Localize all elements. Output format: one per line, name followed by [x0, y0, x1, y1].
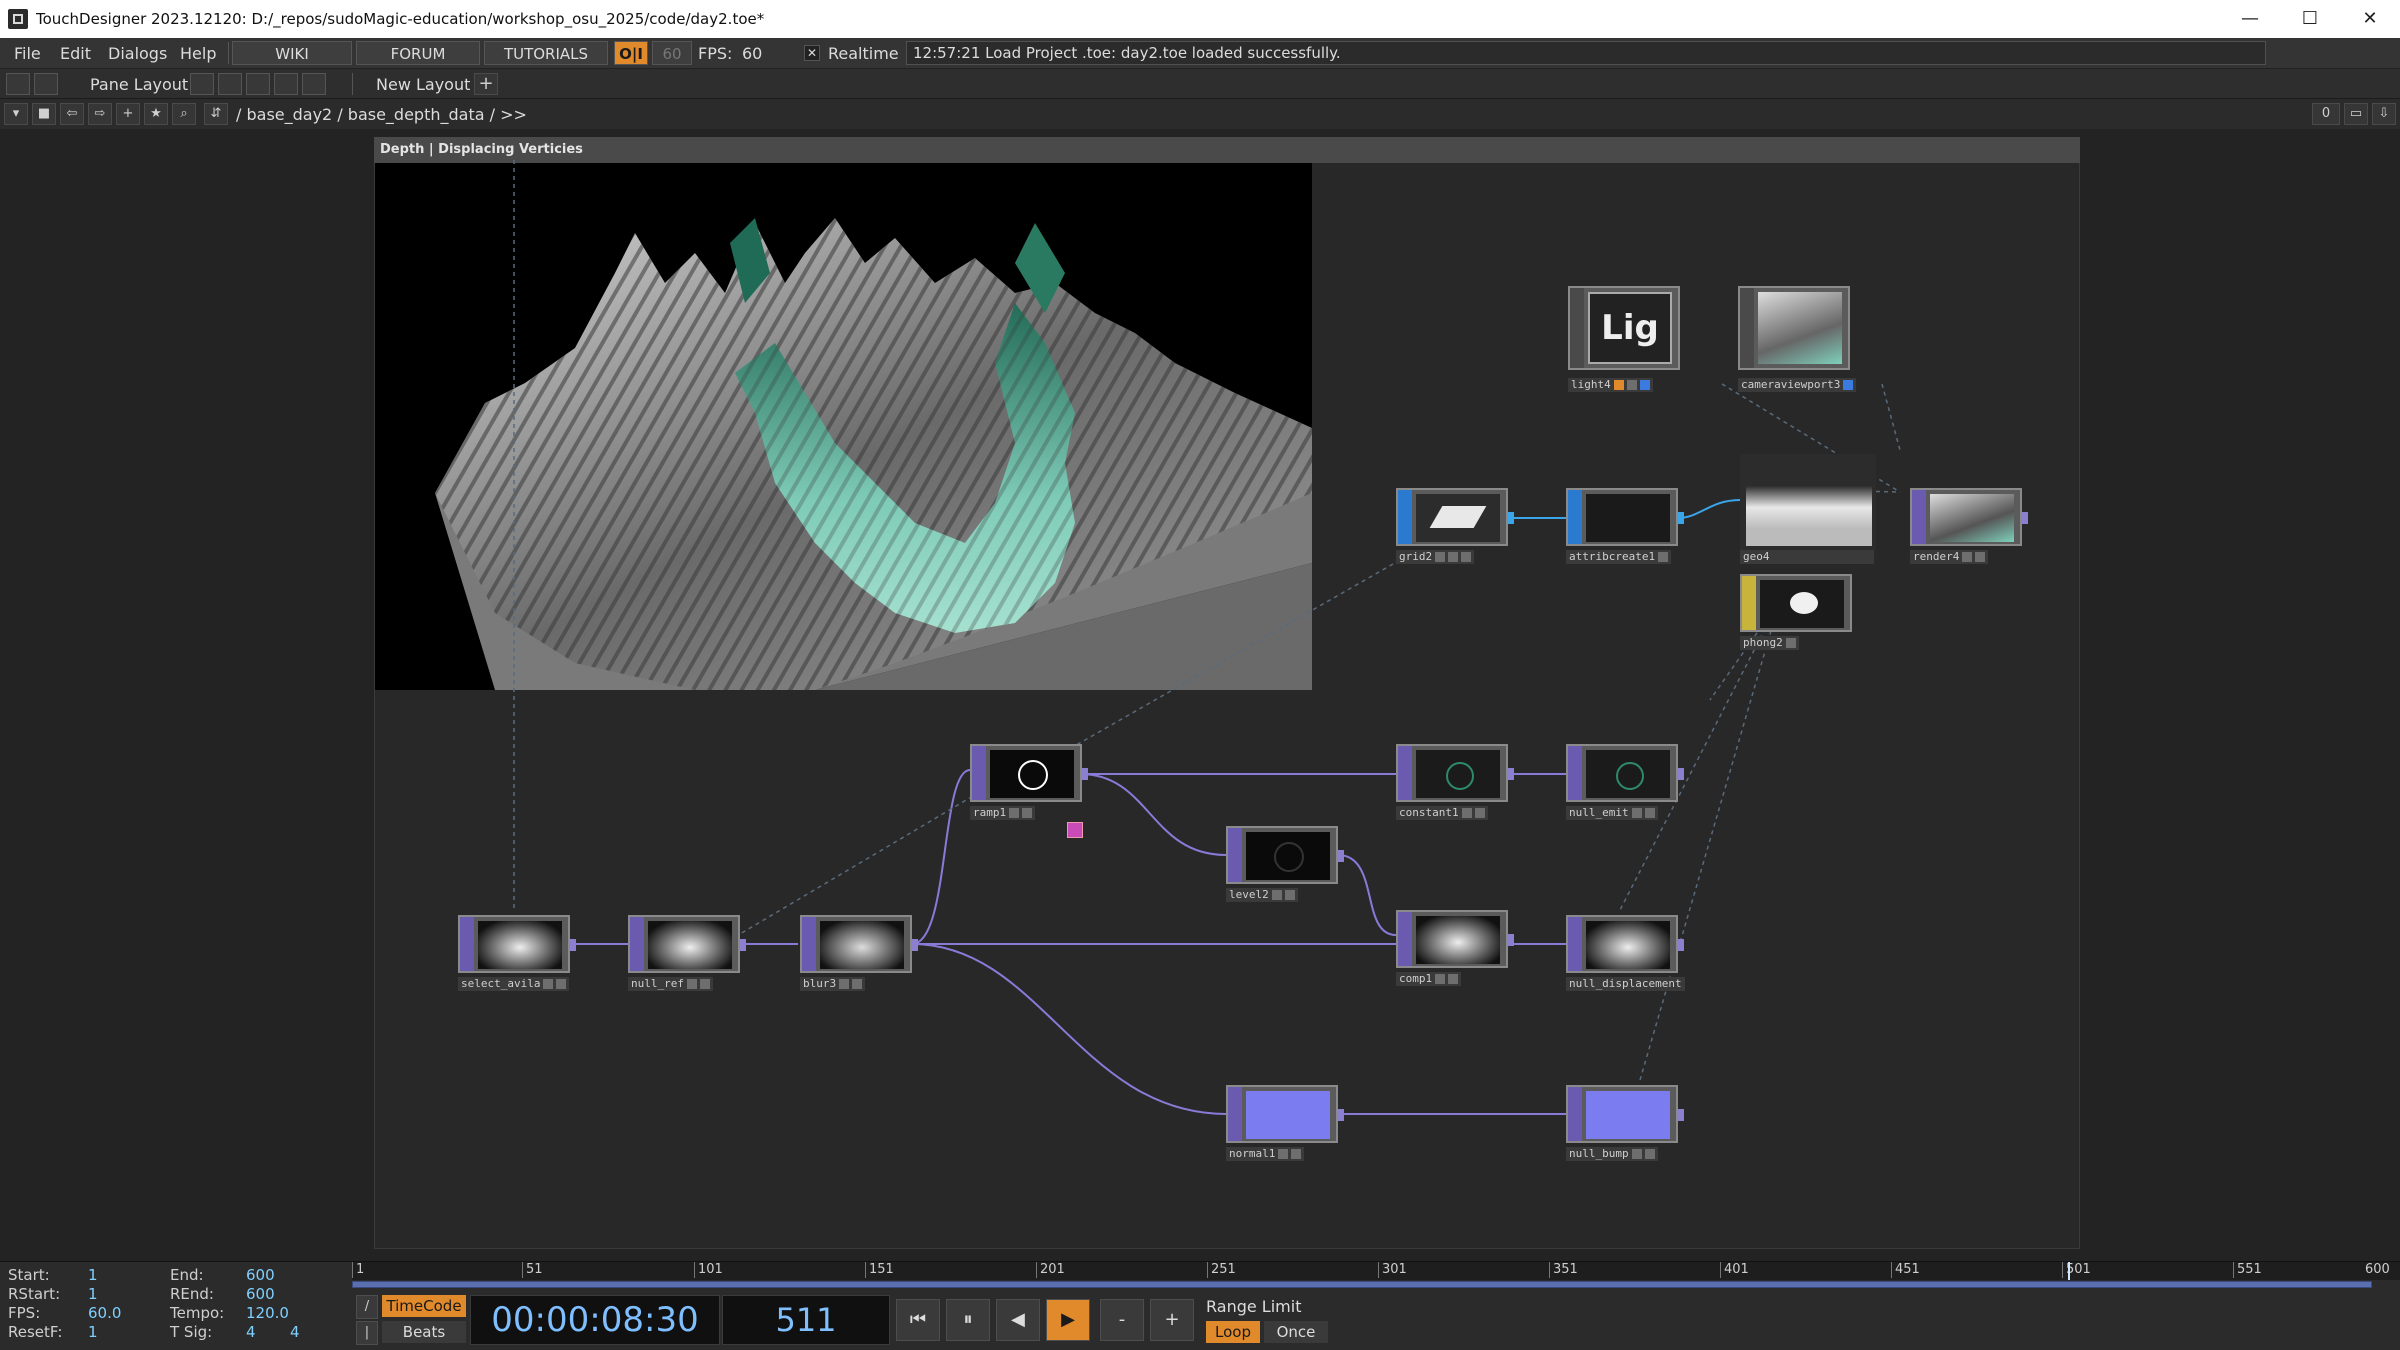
render4-thumbnail — [1930, 494, 2014, 542]
timeline-tick: 551 — [2233, 1262, 2262, 1278]
constant1-node[interactable] — [1396, 744, 1514, 802]
timeline-tick: 251 — [1207, 1262, 1236, 1278]
beats-toggle[interactable]: Beats — [382, 1321, 466, 1343]
null-displacement-label: null_displacement — [1566, 977, 1685, 991]
rend-stat[interactable]: REnd: 600 — [170, 1285, 275, 1303]
play-button[interactable]: ▶ — [1046, 1299, 1090, 1341]
null-ref-node[interactable] — [628, 915, 746, 973]
null-emit-node[interactable] — [1566, 744, 1684, 802]
timeline-range-bar[interactable] — [352, 1281, 2372, 1288]
timeline-tick: 451 — [1891, 1262, 1920, 1278]
normal1-node[interactable] — [1226, 1085, 1344, 1143]
blur3-thumbnail — [820, 921, 904, 969]
timeline-tick: 501 — [2062, 1262, 2091, 1278]
light4-node[interactable]: Lig — [1568, 286, 1680, 370]
null-bump-node[interactable] — [1566, 1085, 1684, 1143]
null-displacement-thumbnail — [1586, 921, 1670, 969]
blur3-label: blur3 — [800, 977, 866, 991]
viewer-flag-icon[interactable] — [1067, 822, 1083, 838]
timeline-tick: 151 — [865, 1262, 894, 1278]
rstart-stat[interactable]: RStart: 1 — [8, 1285, 98, 1303]
cameraviewport3-label: cameraviewport3 — [1738, 378, 1857, 392]
render4-node[interactable] — [1910, 488, 2028, 546]
comp1-thumbnail — [1416, 916, 1500, 964]
normal1-label: normal1 — [1226, 1147, 1305, 1161]
blur3-node[interactable] — [800, 915, 918, 973]
null-emit-label: null_emit — [1566, 806, 1658, 820]
null-displacement-node[interactable] — [1566, 915, 1684, 973]
attribcreate1-node[interactable] — [1566, 488, 1684, 546]
constant1-label: constant1 — [1396, 806, 1488, 820]
geo4-node[interactable] — [1740, 454, 1876, 550]
level2-label: level2 — [1226, 888, 1298, 902]
step-back-button[interactable]: ▶ — [996, 1299, 1040, 1341]
phong2-node[interactable] — [1740, 574, 1852, 632]
select-avila-thumbnail — [478, 921, 562, 969]
timeline-ruler[interactable]: 1 51 101 151 201 251 301 351 401 451 501… — [352, 1262, 2400, 1280]
timeline-tick: 101 — [694, 1262, 723, 1278]
frame-display[interactable]: 511 — [722, 1295, 890, 1345]
loop-toggle[interactable]: Loop — [1206, 1321, 1260, 1343]
range-limit-label: Range Limit — [1206, 1297, 1302, 1316]
timeline-tick: 401 — [1720, 1262, 1749, 1278]
render4-label: render4 — [1910, 550, 1989, 564]
null-bump-thumbnail — [1586, 1091, 1670, 1139]
ramp1-label: ramp1 — [970, 806, 1036, 820]
null-ref-thumbnail — [648, 921, 732, 969]
timecode-display[interactable]: 00:00:08:30 — [470, 1295, 720, 1345]
tsig-stat[interactable]: T Sig: 4 4 — [170, 1323, 300, 1341]
comp1-node[interactable] — [1396, 910, 1514, 968]
ramp1-node[interactable] — [970, 744, 1088, 802]
timeline-tick: 301 — [1378, 1262, 1407, 1278]
timecode-toggle[interactable]: TimeCode — [382, 1295, 466, 1317]
null-emit-thumbnail — [1586, 750, 1670, 798]
null-ref-label: null_ref — [628, 977, 713, 991]
light4-label: light4 — [1568, 378, 1653, 392]
attribcreate1-thumbnail — [1586, 494, 1670, 542]
timeline-tick: 1 — [352, 1262, 364, 1278]
level2-thumbnail — [1246, 832, 1330, 880]
normal1-thumbnail — [1246, 1091, 1330, 1139]
slash-icon[interactable]: / — [356, 1295, 378, 1319]
null-bump-label: null_bump — [1566, 1147, 1658, 1161]
geo4-label: geo4 — [1740, 550, 1874, 564]
go-to-start-button[interactable]: ⏮ — [896, 1299, 940, 1341]
bar-icon[interactable]: | — [356, 1321, 378, 1345]
once-toggle[interactable]: Once — [1264, 1321, 1328, 1343]
timeline-tick: 51 — [522, 1262, 543, 1278]
constant1-thumbnail — [1416, 750, 1500, 798]
comp1-label: comp1 — [1396, 972, 1462, 986]
cameraviewport3-node[interactable] — [1738, 286, 1850, 370]
grid2-label: grid2 — [1396, 550, 1475, 564]
node-wires — [513, 160, 1901, 1115]
start-stat[interactable]: Start: 1 — [8, 1266, 98, 1284]
geo4-thumbnail — [1746, 460, 1872, 546]
pause-button[interactable]: ⏸ — [946, 1299, 990, 1341]
timeline-tick: 351 — [1549, 1262, 1578, 1278]
cameraviewport3-thumbnail — [1758, 292, 1842, 364]
end-stat[interactable]: End: 600 — [170, 1266, 275, 1284]
select-avila-label: select_avila — [458, 977, 570, 991]
light4-thumbnail: Lig — [1588, 292, 1672, 364]
level2-node[interactable] — [1226, 826, 1344, 884]
timeline-tick: 201 — [1036, 1262, 1065, 1278]
phong2-thumbnail — [1760, 580, 1844, 628]
grid2-node[interactable] — [1396, 488, 1514, 546]
step-minus-button[interactable]: - — [1100, 1299, 1144, 1341]
tempo-stat[interactable]: Tempo: 120.0 — [170, 1304, 289, 1322]
attribcreate1-label: attribcreate1 — [1566, 550, 1672, 564]
resetf-stat[interactable]: ResetF: 1 — [8, 1323, 98, 1341]
fps-stat[interactable]: FPS: 60.0 — [8, 1304, 121, 1322]
select-avila-node[interactable] — [458, 915, 576, 973]
timeline-tick: 600 — [2365, 1262, 2390, 1277]
ramp1-thumbnail — [990, 750, 1074, 798]
phong2-label: phong2 — [1740, 636, 1799, 650]
grid2-thumbnail — [1416, 494, 1500, 542]
step-plus-button[interactable]: + — [1150, 1299, 1194, 1341]
playhead[interactable] — [2068, 1262, 2071, 1280]
